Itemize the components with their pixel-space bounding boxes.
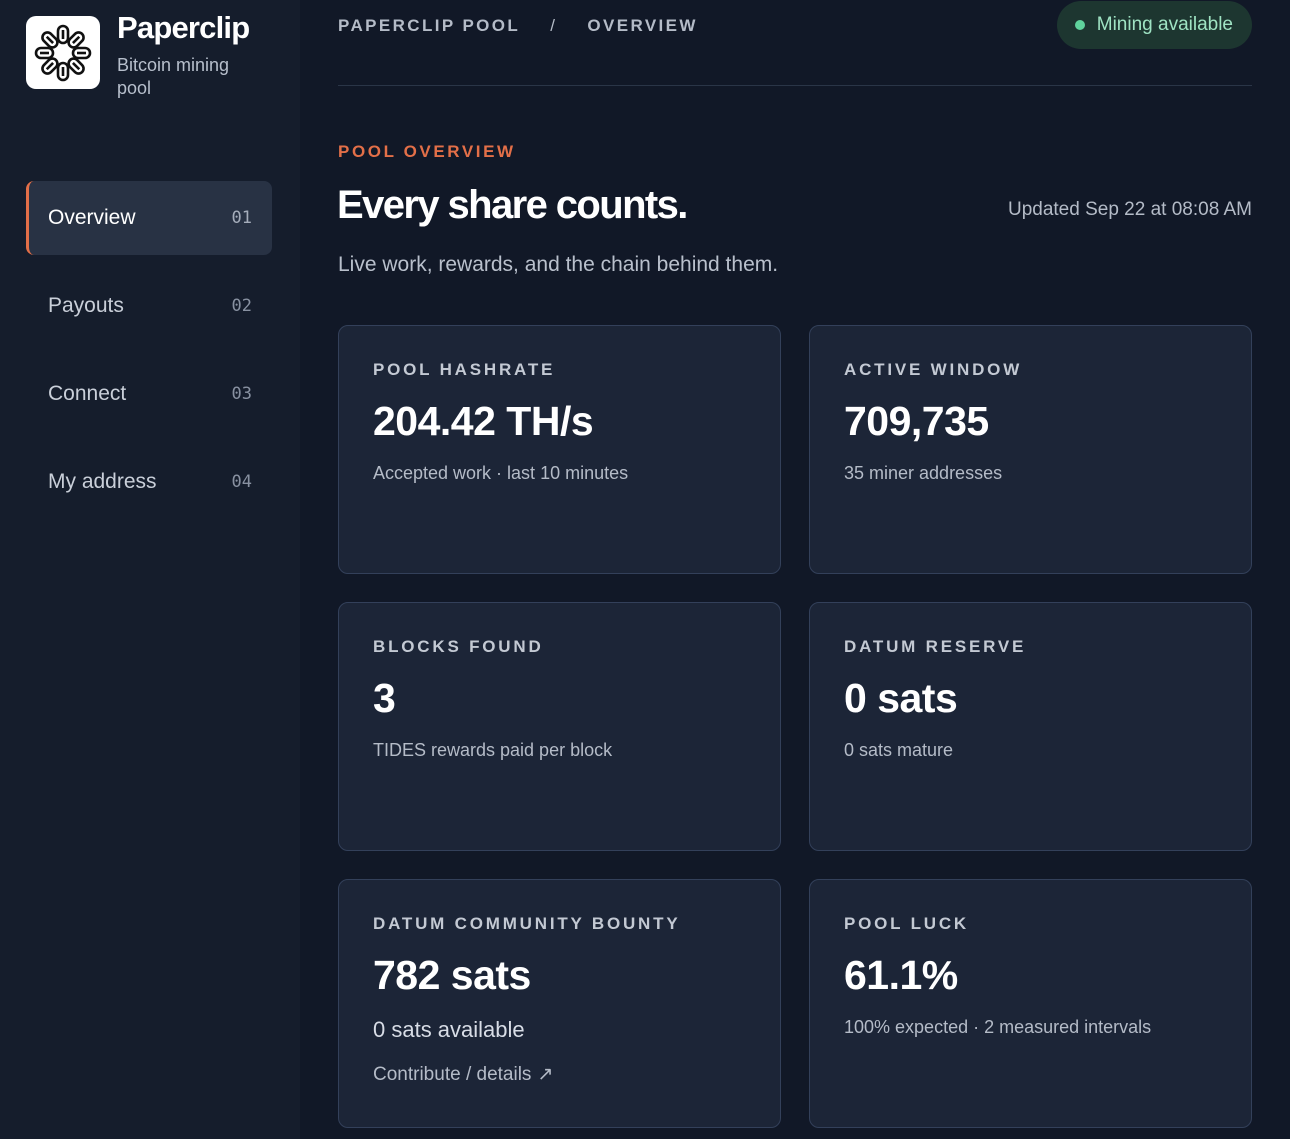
status-label: Mining available: [1096, 14, 1233, 35]
status-badge: Mining available: [1056, 1, 1252, 49]
stat-card-title: DATUM RESERVE: [844, 637, 1027, 656]
stat-card-blocks-found: BLOCKS FOUND 3 TIDES rewards paid per bl…: [338, 602, 781, 851]
sidebar-nav: Overview 01 Payouts 02 Connect 03 My add…: [26, 181, 272, 533]
link-label: Contribute / details: [373, 1064, 532, 1085]
stat-card-pool-hashrate: POOL HASHRATE 204.42 TH/s Accepted work …: [338, 325, 781, 574]
stat-card-subtext: Accepted work · last 10 minutes: [373, 463, 629, 483]
sidebar-item-payouts[interactable]: Payouts 02: [26, 269, 272, 343]
sidebar-item-number: 02: [231, 296, 252, 316]
stat-card-value: 61.1%: [844, 952, 958, 998]
app-root: Paperclip Bitcoin mining pool Overview 0…: [0, 0, 1290, 1139]
main-content: PAPERCLIP POOL / OVERVIEW Mining availab…: [300, 0, 1290, 1139]
sidebar-item-label: Payouts: [48, 294, 124, 317]
section-eyebrow: POOL OVERVIEW: [338, 142, 516, 161]
stat-card-subtext: 35 miner addresses: [844, 463, 1003, 483]
sidebar-item-number: 01: [231, 208, 252, 228]
stat-card-title: BLOCKS FOUND: [373, 637, 544, 656]
stats-grid: POOL HASHRATE 204.42 TH/s Accepted work …: [338, 325, 1252, 1128]
sidebar-item-overview[interactable]: Overview 01: [26, 181, 272, 255]
page-description: Live work, rewards, and the chain behind…: [338, 253, 779, 276]
breadcrumb-current: OVERVIEW: [587, 16, 698, 35]
stat-card-subtext: 100% expected · 2 measured intervals: [844, 1017, 1152, 1037]
sidebar-item-label: My address: [48, 470, 157, 493]
stat-card-subtext: 0 sats available: [373, 1017, 525, 1042]
stat-card-value: 3: [373, 675, 396, 721]
stat-card-title: DATUM COMMUNITY BOUNTY: [373, 914, 681, 933]
brand[interactable]: Paperclip Bitcoin mining pool: [26, 10, 257, 100]
stat-card-pool-luck: POOL LUCK 61.1% 100% expected · 2 measur…: [809, 879, 1252, 1128]
sidebar-item-number: 03: [231, 384, 252, 404]
breadcrumb: PAPERCLIP POOL / OVERVIEW: [338, 16, 698, 36]
breadcrumb-separator: /: [550, 16, 558, 35]
stat-card-value: 782 sats: [373, 952, 531, 998]
stat-card-datum-community-bounty: DATUM COMMUNITY BOUNTY 782 sats 0 sats a…: [338, 879, 781, 1128]
paperclip-logo-icon: [26, 16, 100, 89]
stat-card-title: POOL HASHRATE: [373, 360, 556, 379]
stat-card-datum-reserve: DATUM RESERVE 0 sats 0 sats mature: [809, 602, 1252, 851]
contribute-details-link[interactable]: Contribute / details ↗: [373, 1063, 553, 1086]
sidebar-item-my-address[interactable]: My address 04: [26, 445, 272, 519]
breadcrumb-root[interactable]: PAPERCLIP POOL: [338, 16, 520, 36]
sidebar-item-connect[interactable]: Connect 03: [26, 357, 272, 431]
stat-card-title: POOL LUCK: [844, 914, 970, 933]
updated-timestamp: Updated Sep 22 at 08:08 AM: [1007, 199, 1252, 220]
sidebar-item-number: 04: [231, 472, 252, 492]
stat-card-value: 204.42 TH/s: [373, 398, 594, 444]
external-arrow-icon: ↗: [537, 1064, 554, 1085]
page-title: Every share counts.: [337, 183, 688, 227]
brand-text: Paperclip Bitcoin mining pool: [117, 10, 257, 100]
sidebar-item-label: Overview: [48, 206, 136, 229]
sidebar-item-label: Connect: [48, 382, 127, 405]
sidebar: Paperclip Bitcoin mining pool Overview 0…: [0, 0, 300, 1139]
stat-card-value: 709,735: [844, 398, 989, 444]
status-dot-icon: [1074, 20, 1085, 30]
stat-card-value: 0 sats: [844, 675, 958, 721]
brand-subtitle: Bitcoin mining pool: [117, 55, 230, 98]
header-divider: [338, 85, 1252, 86]
brand-name: Paperclip: [117, 10, 250, 45]
stat-card-active-window: ACTIVE WINDOW 709,735 35 miner addresses: [809, 325, 1252, 574]
stat-card-subtext: 0 sats mature: [844, 740, 954, 760]
stat-card-title: ACTIVE WINDOW: [844, 360, 1023, 379]
stat-card-subtext: TIDES rewards paid per block: [373, 740, 613, 760]
